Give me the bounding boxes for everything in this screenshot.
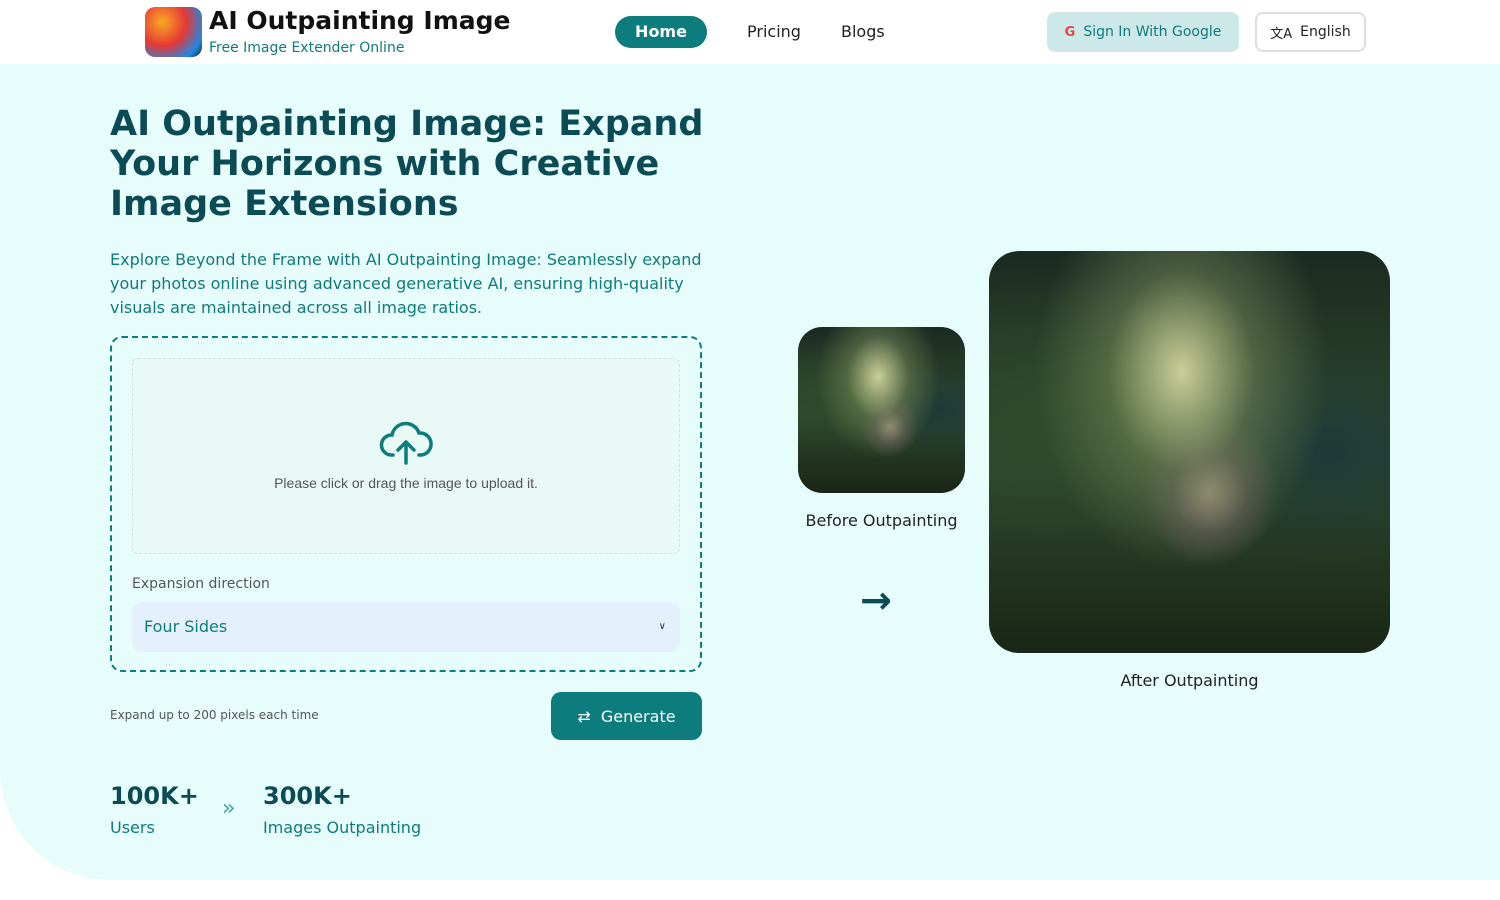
- language-label: English: [1300, 24, 1351, 40]
- hero-description: Explore Beyond the Frame with AI Outpain…: [110, 250, 702, 317]
- stat-users-value: 100K+: [110, 782, 199, 810]
- upload-panel: Please click or drag the image to upload…: [110, 336, 702, 672]
- language-button[interactable]: 文A English: [1255, 12, 1366, 52]
- stat-users-label: Users: [110, 818, 155, 837]
- before-image: [798, 327, 965, 493]
- expansion-direction-select[interactable]: Four Sides ∨: [132, 602, 680, 652]
- stat-images-value: 300K+: [263, 782, 352, 810]
- before-caption: Before Outpainting: [805, 511, 958, 530]
- generate-label: Generate: [600, 706, 676, 726]
- expansion-label: Expansion direction: [132, 576, 270, 592]
- cloud-upload-icon: [379, 421, 433, 465]
- brand-title: AI Outpainting Image: [209, 6, 511, 35]
- nav-pricing[interactable]: Pricing: [747, 22, 801, 41]
- upload-dropzone[interactable]: Please click or drag the image to upload…: [132, 358, 680, 554]
- chevron-down-icon: ∨: [658, 621, 666, 632]
- generate-icon: ⇄: [577, 706, 591, 726]
- after-image: [989, 251, 1390, 653]
- google-icon: G: [1064, 24, 1076, 40]
- sign-in-google-button[interactable]: G Sign In With Google: [1047, 12, 1239, 52]
- translate-icon: 文A: [1270, 26, 1293, 42]
- header: AI Outpainting Image Free Image Extender…: [0, 0, 1500, 64]
- generate-button[interactable]: ⇄ Generate: [551, 692, 702, 740]
- expansion-value: Four Sides: [144, 617, 228, 636]
- after-caption: After Outpainting: [1120, 671, 1259, 690]
- logo[interactable]: [145, 7, 202, 57]
- arrow-right-icon: →: [860, 578, 892, 622]
- brand-subtitle: Free Image Extender Online: [209, 40, 405, 56]
- page-title: AI Outpainting Image: Expand Your Horizo…: [110, 104, 704, 224]
- nav-home[interactable]: Home: [615, 16, 707, 48]
- expand-note: Expand up to 200 pixels each time: [110, 708, 319, 722]
- stat-images-label: Images Outpainting: [263, 818, 422, 837]
- nav-blogs[interactable]: Blogs: [841, 22, 885, 41]
- chevrons-right-icon: »: [222, 796, 236, 821]
- upload-text: Please click or drag the image to upload…: [274, 475, 538, 491]
- sign-in-label: Sign In With Google: [1083, 24, 1222, 40]
